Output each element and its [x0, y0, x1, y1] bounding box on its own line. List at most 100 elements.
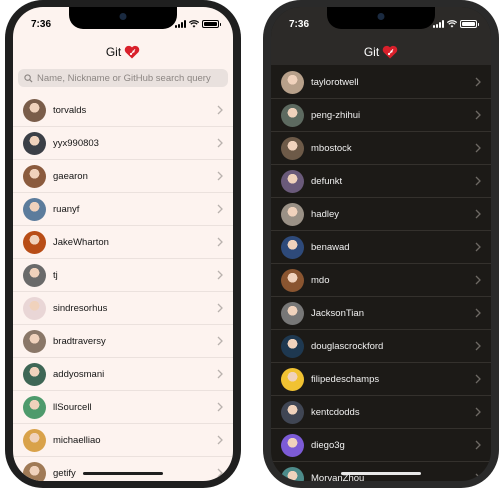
list-item[interactable]: gaearon	[13, 160, 233, 193]
list-item[interactable]: ruanyf	[13, 193, 233, 226]
chevron-right-icon	[475, 77, 481, 87]
list-item[interactable]: michaelliao	[13, 424, 233, 457]
list-item[interactable]: mdo	[271, 264, 491, 297]
avatar	[23, 428, 46, 452]
wifi-icon	[189, 20, 199, 28]
username-label: sindresorhus	[53, 302, 108, 314]
list-item[interactable]: douglascrockford	[271, 330, 491, 363]
list-item[interactable]: benawad	[271, 231, 491, 264]
chevron-right-icon	[475, 440, 481, 450]
page-title: Git	[105, 45, 122, 59]
status-time: 7:36	[289, 19, 310, 30]
status-icons	[175, 20, 221, 28]
list-item[interactable]: filipedeschamps	[271, 363, 491, 396]
chevron-right-icon	[475, 110, 481, 120]
user-list-light: torvalds yyx990803 gaearon ruanyf JakeWharto…	[13, 94, 233, 481]
avatar	[281, 334, 304, 358]
username-label: JacksonTian	[311, 307, 364, 319]
chevron-right-icon	[217, 204, 223, 214]
avatar	[23, 131, 46, 155]
chevron-right-icon	[217, 237, 223, 247]
username-label: torvalds	[53, 104, 87, 116]
username-label: mbostock	[311, 142, 352, 154]
username-label: addyosmani	[53, 368, 105, 380]
cellular-signal-icon	[175, 20, 186, 28]
list-item[interactable]: torvalds	[13, 94, 233, 127]
avatar	[23, 296, 46, 320]
chevron-right-icon	[475, 308, 481, 318]
avatar	[281, 202, 304, 226]
list-item[interactable]: mbostock	[271, 132, 491, 165]
username-label: defunkt	[311, 175, 343, 187]
username-label: yyx990803	[53, 137, 99, 149]
list-item[interactable]: JacksonTian	[271, 297, 491, 330]
username-label: getify	[53, 467, 76, 479]
nav-bar: Git	[13, 39, 233, 65]
avatar	[23, 362, 46, 386]
cellular-signal-icon	[433, 20, 444, 28]
chevron-right-icon	[475, 341, 481, 351]
username-label: peng-zhihui	[311, 109, 361, 121]
chevron-right-icon	[217, 402, 223, 412]
username-label: filipedeschamps	[311, 373, 380, 385]
chevron-right-icon	[217, 138, 223, 148]
list-item[interactable]: defunkt	[271, 165, 491, 198]
chevron-right-icon	[475, 473, 481, 481]
list-item[interactable]: sindresorhus	[13, 292, 233, 325]
avatar	[281, 136, 304, 160]
list-item[interactable]: bradtraversy	[13, 325, 233, 358]
battery-icon	[202, 20, 221, 28]
username-label: JakeWharton	[53, 236, 109, 248]
git-heart-logo-icon	[124, 45, 140, 59]
avatar	[281, 433, 304, 457]
avatar	[281, 169, 304, 193]
chevron-right-icon	[217, 171, 223, 181]
chevron-right-icon	[475, 275, 481, 285]
avatar	[281, 235, 304, 259]
username-label: bradtraversy	[53, 335, 106, 347]
list-item[interactable]: getify	[13, 457, 233, 481]
avatar	[281, 367, 304, 391]
username-label: hadley	[311, 208, 339, 220]
list-item[interactable]: hadley	[271, 198, 491, 231]
chevron-right-icon	[217, 435, 223, 445]
avatar	[281, 70, 304, 94]
list-item[interactable]: addyosmani	[13, 358, 233, 391]
chevron-right-icon	[217, 270, 223, 280]
chevron-right-icon	[475, 143, 481, 153]
chevron-right-icon	[217, 468, 223, 478]
list-item[interactable]: tj	[13, 259, 233, 292]
list-item[interactable]: peng-zhihui	[271, 99, 491, 132]
page-title: Git	[363, 45, 380, 59]
list-item[interactable]: yyx990803	[13, 127, 233, 160]
chevron-right-icon	[475, 374, 481, 384]
battery-icon	[460, 20, 479, 28]
phone-light: 7:36 Git Name, Nickname or GitHub search…	[5, 0, 241, 488]
list-item[interactable]: llSourcell	[13, 391, 233, 424]
chevron-right-icon	[475, 176, 481, 186]
chevron-right-icon	[217, 303, 223, 313]
phone-dark: 7:36 Git taylorotwell peng-zhihui mbosto…	[263, 0, 499, 488]
chevron-right-icon	[217, 105, 223, 115]
chevron-right-icon	[217, 369, 223, 379]
list-item[interactable]: kentcdodds	[271, 396, 491, 429]
home-indicator	[341, 472, 421, 475]
home-indicator	[83, 472, 163, 475]
username-label: michaelliao	[53, 434, 101, 446]
chevron-right-icon	[217, 336, 223, 346]
user-list-dark: taylorotwell peng-zhihui mbostock defunkt ha…	[271, 66, 491, 481]
screen-light: 7:36 Git Name, Nickname or GitHub search…	[13, 7, 233, 481]
avatar	[23, 329, 46, 353]
wifi-icon	[447, 20, 457, 28]
avatar	[23, 230, 46, 254]
list-item[interactable]: JakeWharton	[13, 226, 233, 259]
list-item[interactable]: diego3g	[271, 429, 491, 462]
git-heart-logo-icon	[382, 45, 398, 59]
username-label: mdo	[311, 274, 330, 286]
nav-bar: Git	[271, 39, 491, 65]
avatar	[23, 461, 46, 481]
search-input[interactable]: Name, Nickname or GitHub search query	[18, 69, 228, 87]
list-item[interactable]: taylorotwell	[271, 66, 491, 99]
search-placeholder: Name, Nickname or GitHub search query	[37, 72, 211, 84]
avatar	[23, 263, 46, 287]
